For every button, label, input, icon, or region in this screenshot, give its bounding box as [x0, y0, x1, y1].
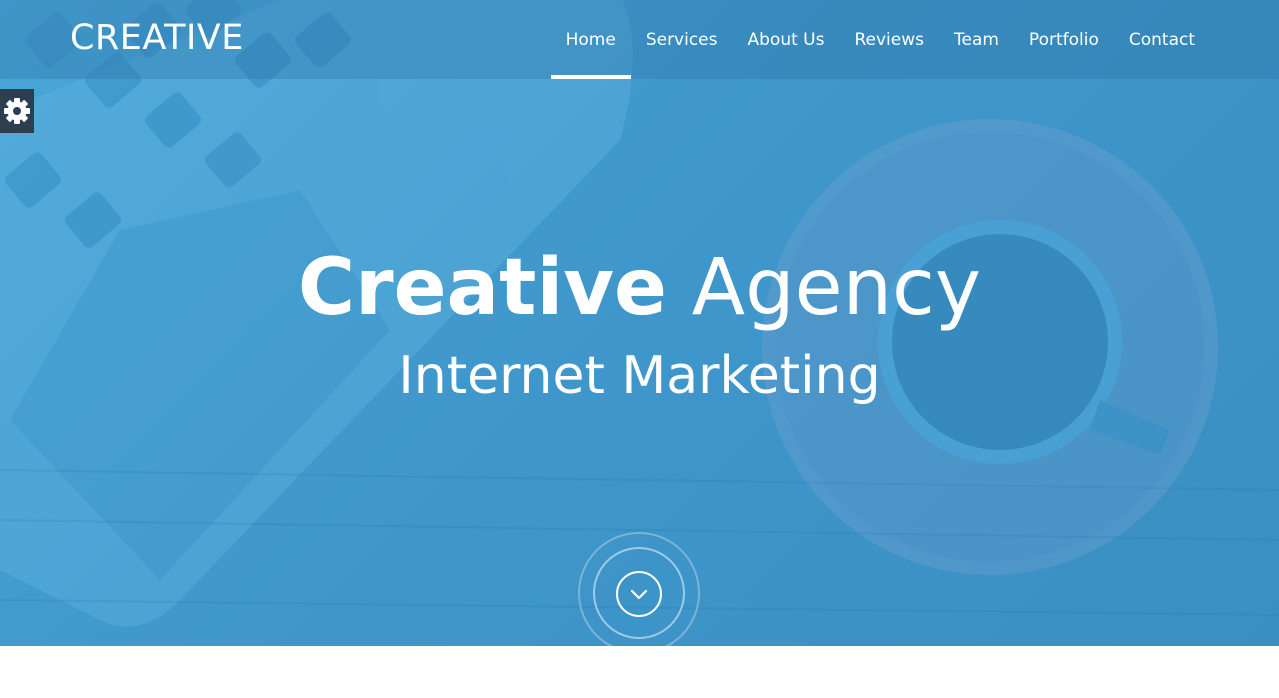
- chevron-down-icon: [578, 532, 700, 646]
- nav-services[interactable]: Services: [631, 0, 733, 79]
- hero-subtitle: Internet Marketing: [398, 346, 881, 406]
- main-nav: Home Services About Us Reviews Team Port…: [550, 0, 1210, 79]
- nav-about-us[interactable]: About Us: [733, 0, 840, 79]
- nav-portfolio[interactable]: Portfolio: [1014, 0, 1114, 79]
- nav-contact[interactable]: Contact: [1114, 0, 1210, 79]
- settings-toggle-button[interactable]: [0, 89, 34, 133]
- hero-section: CREATIVE Home Services About Us Reviews …: [0, 0, 1279, 646]
- hero-title-bold: Creative: [297, 243, 667, 333]
- nav-team[interactable]: Team: [939, 0, 1014, 79]
- scroll-down-button[interactable]: [578, 532, 700, 646]
- hero-title: Creative Agency: [0, 240, 1279, 336]
- site-logo[interactable]: CREATIVE: [70, 18, 244, 58]
- gear-icon: [4, 98, 30, 124]
- nav-home[interactable]: Home: [550, 0, 632, 79]
- nav-reviews[interactable]: Reviews: [839, 0, 939, 79]
- top-navbar: CREATIVE Home Services About Us Reviews …: [0, 0, 1279, 79]
- hero-title-light: Agency: [691, 243, 982, 333]
